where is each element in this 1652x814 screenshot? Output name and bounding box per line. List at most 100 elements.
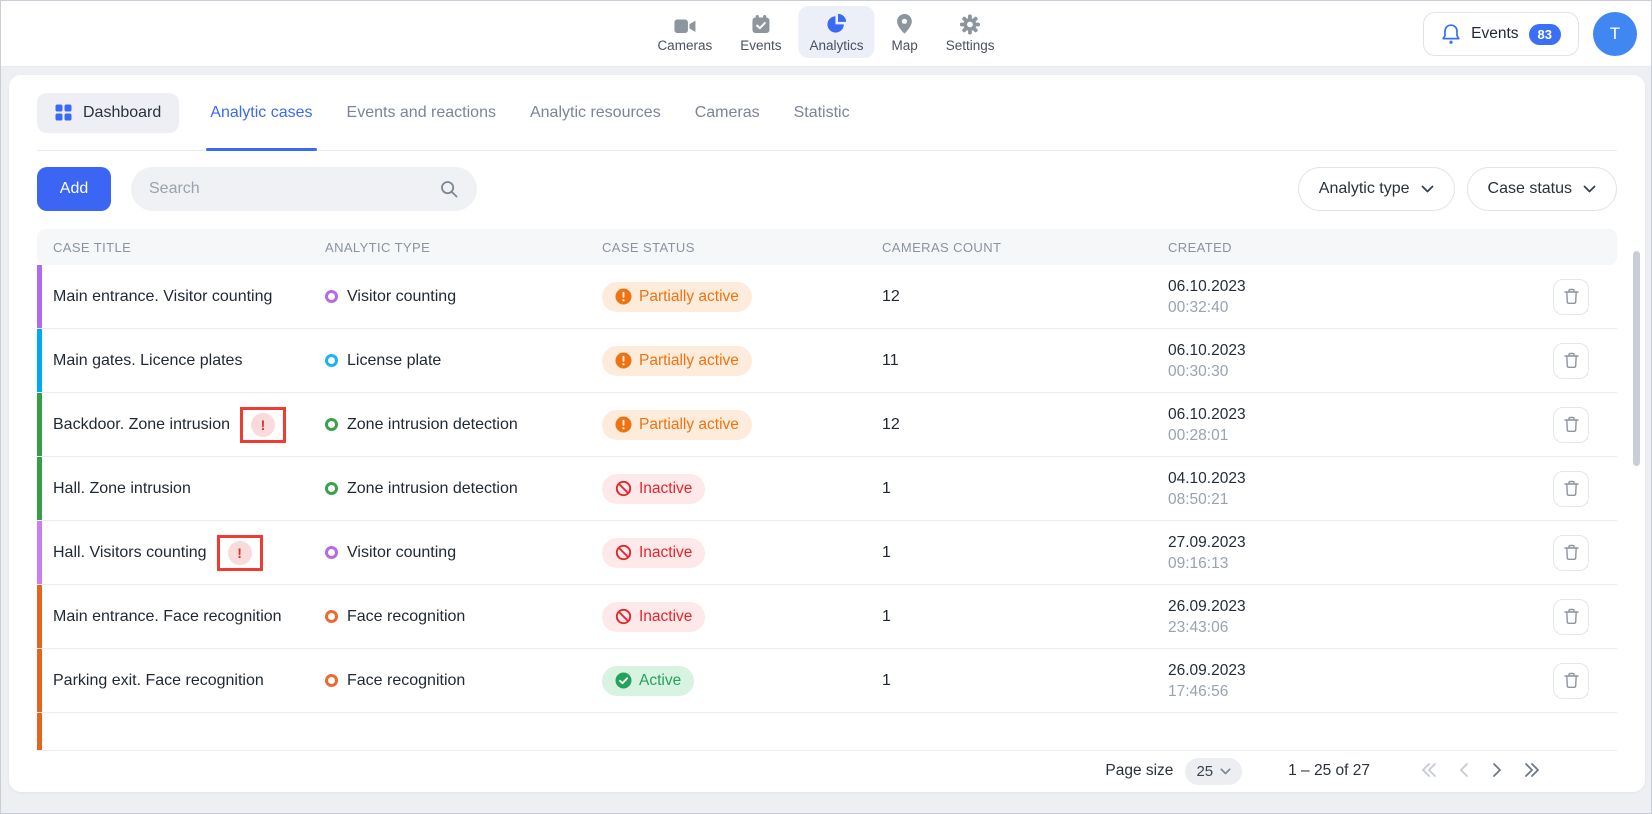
table-row[interactable]: Backdoor. Zone intrusionZone intrusion d…	[37, 393, 1617, 457]
tab-analytic-cases[interactable]: Analytic cases	[193, 75, 329, 150]
first-page-button[interactable]	[1420, 762, 1438, 781]
row-accent-bar	[37, 521, 42, 584]
status-label: Active	[639, 672, 681, 690]
chevron-down-icon	[1220, 768, 1231, 775]
filter-label: Analytic type	[1319, 180, 1410, 198]
case-title-cell: Backdoor. Zone intrusion	[37, 407, 325, 443]
table-row[interactable]: Main entrance. Face recognitionFace reco…	[37, 585, 1617, 649]
created-cell: 04.10.202308:50:21	[1168, 468, 1553, 510]
trash-icon	[1562, 287, 1581, 306]
created-date: 27.09.2023	[1168, 532, 1553, 553]
created-date: 26.09.2023	[1168, 596, 1553, 617]
created-date: 06.10.2023	[1168, 340, 1553, 361]
nav-item-events[interactable]: Events	[729, 6, 792, 58]
chevron-down-icon	[1583, 185, 1596, 193]
search-input[interactable]	[149, 180, 439, 198]
gear-icon	[960, 13, 981, 35]
cameras-count: 1	[882, 672, 1168, 690]
trash-icon	[1562, 607, 1581, 626]
created-cell: 06.10.202300:30:30	[1168, 340, 1553, 382]
page-size-value: 25	[1196, 763, 1213, 780]
page-size-select[interactable]: 25	[1185, 758, 1242, 785]
avatar[interactable]: T	[1593, 12, 1637, 56]
filter-analytic-type[interactable]: Analytic type	[1298, 167, 1455, 211]
actions-cell	[1553, 599, 1617, 635]
status-badge: Partially active	[602, 282, 752, 312]
analytic-type-cell: Visitor counting	[325, 544, 602, 562]
table-row[interactable]: Main entrance. Visitor countingVisitor c…	[37, 265, 1617, 329]
nav-item-label: Map	[892, 38, 918, 53]
add-button[interactable]: Add	[37, 167, 111, 211]
filters-group: Analytic type Case status	[1298, 167, 1617, 211]
table-row[interactable]: Hall. Zone intrusionZone intrusion detec…	[37, 457, 1617, 521]
case-status-cell: Partially active	[602, 282, 882, 312]
filter-case-status[interactable]: Case status	[1467, 167, 1617, 211]
table-row[interactable]: Parking exit. Face recognitionFace recog…	[37, 649, 1617, 713]
status-label: Partially active	[639, 352, 739, 370]
camera-icon	[673, 13, 696, 35]
row-accent-bar	[37, 585, 42, 648]
vertical-scrollbar[interactable]	[1633, 251, 1640, 466]
previous-page-button[interactable]	[1459, 762, 1470, 781]
tab-events-and-reactions[interactable]: Events and reactions	[330, 75, 513, 150]
analytic-type-icon	[325, 354, 338, 367]
table-row[interactable]: Main gates. Licence platesLicense plateP…	[37, 329, 1617, 393]
status-badge: Partially active	[602, 346, 752, 376]
nav-item-label: Settings	[946, 38, 995, 53]
nav-item-map[interactable]: Map	[881, 6, 929, 58]
tab-analytic-resources[interactable]: Analytic resources	[513, 75, 678, 150]
blocked-icon	[615, 608, 632, 625]
delete-button[interactable]	[1553, 279, 1589, 315]
analytic-type-icon	[325, 482, 338, 495]
row-accent-bar	[37, 393, 42, 456]
nav-item-settings[interactable]: Settings	[935, 6, 1006, 58]
created-cell: 26.09.202317:46:56	[1168, 660, 1553, 702]
nav-item-analytics[interactable]: Analytics	[798, 6, 874, 58]
status-badge: Partially active	[602, 410, 752, 440]
table-row[interactable]: Hall. Visitors counting Visitor counting I…	[37, 521, 1617, 585]
last-page-button[interactable]	[1523, 762, 1541, 781]
case-title: Main gates. Licence plates	[53, 352, 242, 370]
case-status-cell: Inactive	[602, 474, 882, 504]
delete-button[interactable]	[1553, 663, 1589, 699]
actions-cell	[1553, 471, 1617, 507]
tab-cameras[interactable]: Cameras	[678, 75, 777, 150]
warning-icon	[615, 416, 632, 433]
toolbar: Add Analytic type Case status	[37, 167, 1617, 211]
pager-buttons	[1420, 762, 1541, 781]
delete-button[interactable]	[1553, 343, 1589, 379]
nav-item-cameras[interactable]: Cameras	[646, 6, 723, 58]
cameras-count: 11	[882, 352, 1168, 370]
delete-button[interactable]	[1553, 407, 1589, 443]
actions-cell	[1553, 535, 1617, 571]
dashboard-grid-icon	[55, 104, 72, 121]
delete-button[interactable]	[1553, 471, 1589, 507]
analytic-type-icon	[325, 674, 338, 687]
dashboard-button[interactable]: Dashboard	[37, 93, 179, 133]
analytic-type-label: Visitor counting	[347, 544, 456, 562]
tabs-container: Analytic casesEvents and reactionsAnalyt…	[193, 75, 866, 150]
case-status-cell: Inactive	[602, 538, 882, 568]
trash-icon	[1562, 415, 1581, 434]
case-title-cell: Hall. Zone intrusion	[37, 480, 325, 498]
search-bar	[131, 167, 477, 211]
status-badge: Inactive	[602, 602, 705, 632]
next-page-button[interactable]	[1491, 762, 1502, 781]
created-time: 00:32:40	[1168, 297, 1553, 318]
case-title: Hall. Zone intrusion	[53, 480, 191, 498]
created-cell: 27.09.202309:16:13	[1168, 532, 1553, 574]
cameras-count: 12	[882, 288, 1168, 306]
nav-item-label: Events	[740, 38, 781, 53]
chevron-down-icon	[1421, 185, 1434, 193]
created-cell: 06.10.202300:28:01	[1168, 404, 1553, 446]
delete-button[interactable]	[1553, 599, 1589, 635]
tab-statistic[interactable]: Statistic	[777, 75, 867, 150]
cameras-count: 1	[882, 544, 1168, 562]
case-title-cell: Hall. Visitors counting	[37, 535, 325, 571]
delete-button[interactable]	[1553, 535, 1589, 571]
events-notifications-button[interactable]: Events 83	[1423, 12, 1579, 56]
first-page-icon	[1420, 762, 1438, 781]
status-label: Inactive	[639, 480, 692, 498]
main-nav: Cameras Events Analytics Map Settings	[646, 6, 1005, 58]
status-badge: Inactive	[602, 538, 705, 568]
